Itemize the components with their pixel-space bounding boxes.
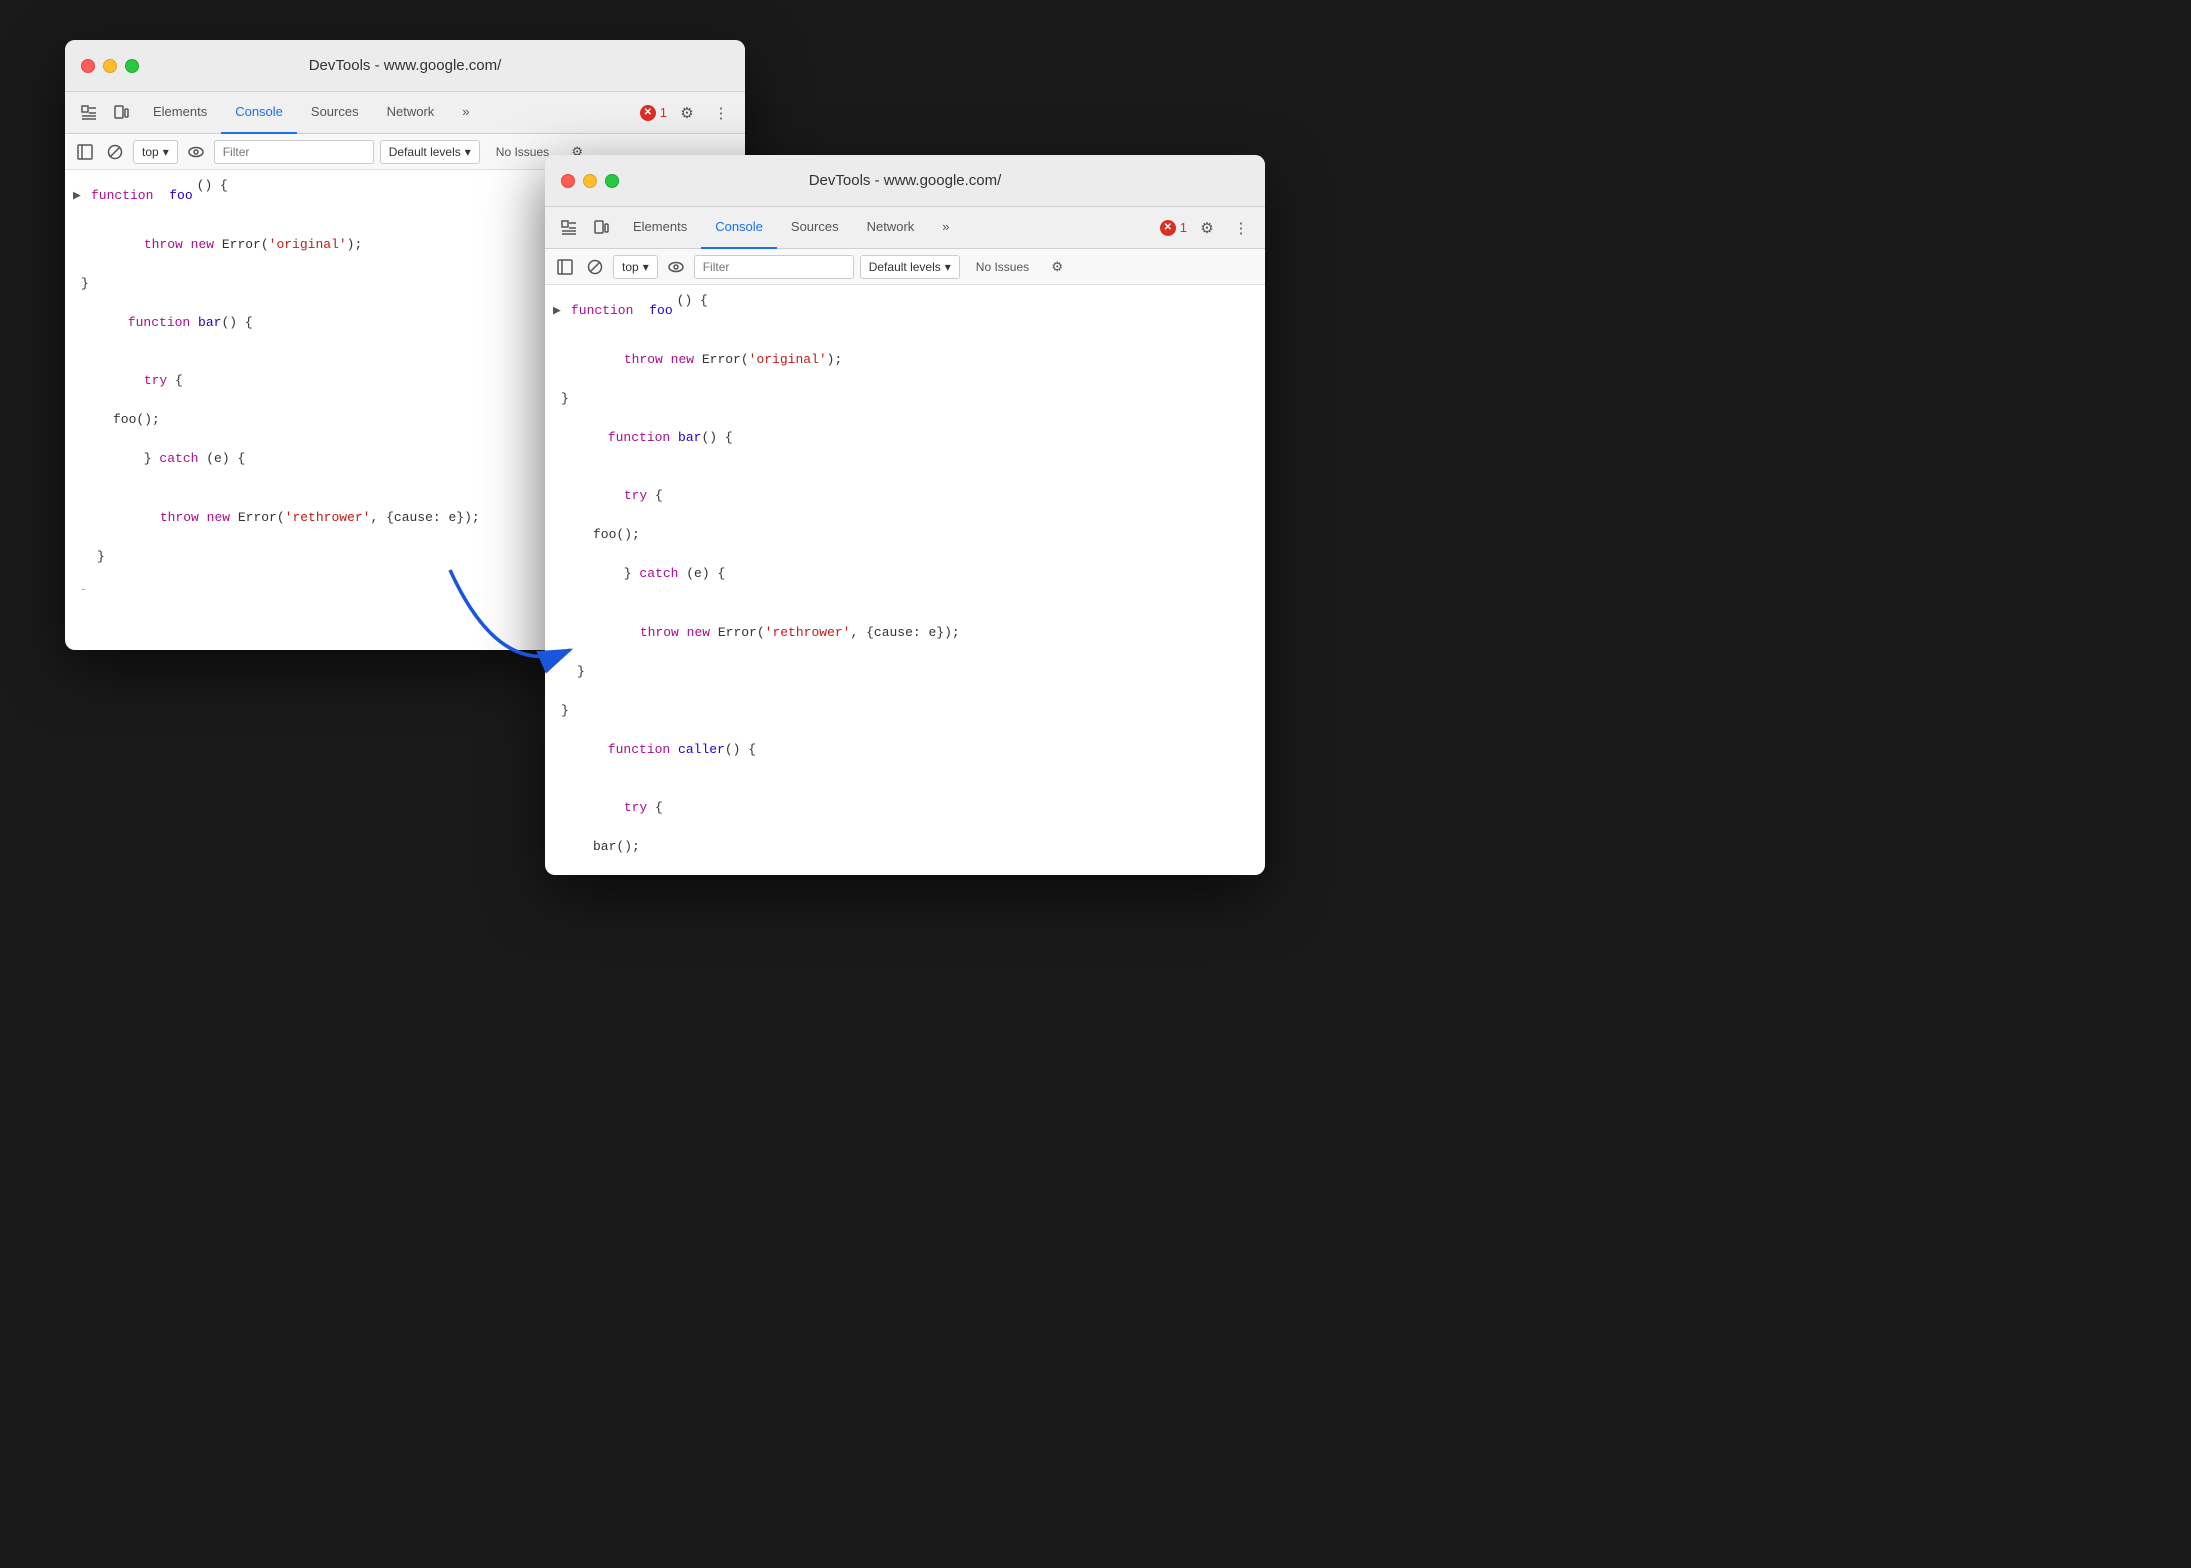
titlebar-1: DevTools - www.google.com/ (65, 40, 745, 92)
minimize-button-2[interactable] (583, 174, 597, 188)
more-icon-2[interactable]: ⋮ (1227, 214, 1255, 242)
tab-network-2[interactable]: Network (853, 207, 929, 249)
toolbar-right-1: ✕ 1 ⚙ ⋮ (640, 99, 735, 127)
error-count-1: ✕ (640, 105, 656, 121)
device-icon-1[interactable] (107, 99, 135, 127)
w2-code-line-15: } catch (e) { (545, 857, 1265, 866)
eye-icon-1[interactable] (184, 140, 208, 164)
w2-code-line-5: try { (545, 467, 1265, 526)
w2-code-line-13: try { (545, 779, 1265, 838)
maximize-button-2[interactable] (605, 174, 619, 188)
inspect-icon-2[interactable] (555, 214, 583, 242)
tabs-2: Elements Console Sources Network » (619, 207, 964, 249)
tab-sources-2[interactable]: Sources (777, 207, 853, 249)
filter-input-1[interactable] (214, 140, 374, 164)
error-count-2: ✕ (1160, 220, 1176, 236)
traffic-lights-1 (81, 59, 139, 73)
device-icon-2[interactable] (587, 214, 615, 242)
minimize-button-1[interactable] (103, 59, 117, 73)
error-badge-1: ✕ 1 (640, 105, 667, 121)
tab-sources-1[interactable]: Sources (297, 92, 373, 134)
context-selector-1[interactable]: top ▾ (133, 140, 178, 164)
inspect-icon-1[interactable] (75, 99, 103, 127)
settings-icon-2[interactable]: ⚙ (1193, 214, 1221, 242)
w2-code-line-10 (545, 681, 1265, 701)
tab-bar-2: Elements Console Sources Network » ✕ 1 ⚙… (545, 207, 1265, 249)
devtools-window-2: DevTools - www.google.com/ Elements Cons… (545, 155, 1265, 875)
titlebar-2: DevTools - www.google.com/ (545, 155, 1265, 207)
tab-console-2[interactable]: Console (701, 207, 777, 249)
error-badge-2: ✕ 1 (1160, 220, 1187, 236)
console-content-2: ▶ function foo() { throw new Error('orig… (545, 285, 1265, 865)
w2-code-line-11: } (545, 701, 1265, 721)
tab-more-1[interactable]: » (448, 92, 483, 134)
tab-elements-2[interactable]: Elements (619, 207, 701, 249)
w2-code-line-7: } catch (e) { (545, 545, 1265, 604)
clear-icon-1[interactable] (103, 140, 127, 164)
w2-code-line-8: throw new Error('rethrower', {cause: e})… (545, 603, 1265, 662)
sidebar-icon-2[interactable] (553, 255, 577, 279)
toolbar-right-2: ✕ 1 ⚙ ⋮ (1160, 214, 1255, 242)
no-issues-2: No Issues (966, 255, 1039, 279)
w2-code-line-6: foo(); (545, 525, 1265, 545)
w2-code-line-2: throw new Error('original'); (545, 330, 1265, 389)
tab-elements-1[interactable]: Elements (139, 92, 221, 134)
w2-code-line-9: } (545, 662, 1265, 682)
w2-code-line-12: function caller() { (545, 720, 1265, 779)
window-title-1: DevTools - www.google.com/ (309, 57, 502, 74)
settings-console-icon-2[interactable]: ⚙ (1045, 255, 1069, 279)
filter-input-2[interactable] (694, 255, 854, 279)
tab-network-1[interactable]: Network (373, 92, 449, 134)
close-button-1[interactable] (81, 59, 95, 73)
window-title-2: DevTools - www.google.com/ (809, 172, 1002, 189)
console-toolbar-2: top ▾ Default levels ▾ No Issues ⚙ (545, 249, 1265, 285)
w2-code-line-3: } (545, 389, 1265, 409)
w2-code-line-14: bar(); (545, 837, 1265, 857)
traffic-lights-2 (561, 174, 619, 188)
w2-code-line-4: function bar() { (545, 408, 1265, 467)
close-button-2[interactable] (561, 174, 575, 188)
maximize-button-1[interactable] (125, 59, 139, 73)
tab-bar-1: Elements Console Sources Network » ✕ 1 ⚙… (65, 92, 745, 134)
default-levels-2[interactable]: Default levels ▾ (860, 255, 960, 279)
context-selector-2[interactable]: top ▾ (613, 255, 658, 279)
tab-console-1[interactable]: Console (221, 92, 297, 134)
more-icon-1[interactable]: ⋮ (707, 99, 735, 127)
clear-icon-2[interactable] (583, 255, 607, 279)
tab-more-2[interactable]: » (928, 207, 963, 249)
tabs-1: Elements Console Sources Network » (139, 92, 484, 134)
w2-code-line-1: ▶ function foo() { (545, 285, 1265, 330)
default-levels-1[interactable]: Default levels ▾ (380, 140, 480, 164)
sidebar-icon-1[interactable] (73, 140, 97, 164)
settings-icon-1[interactable]: ⚙ (673, 99, 701, 127)
eye-icon-2[interactable] (664, 255, 688, 279)
